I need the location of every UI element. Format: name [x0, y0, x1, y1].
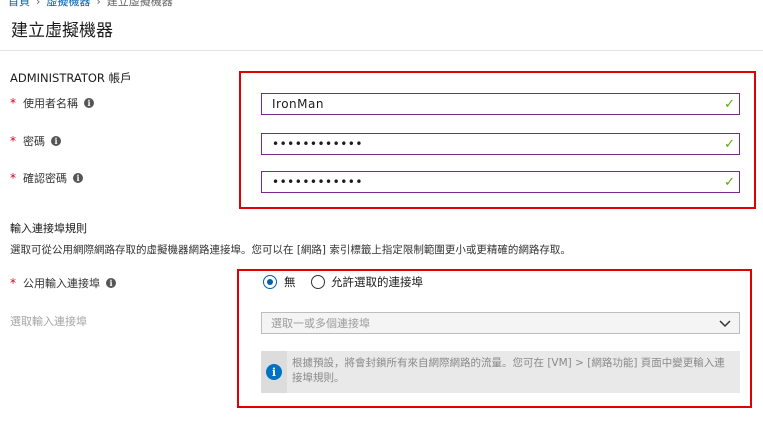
title-divider — [0, 50, 763, 51]
info-icon[interactable]: i — [84, 98, 94, 108]
radio-none[interactable]: 無 — [263, 274, 296, 290]
username-label: * 使用者名稱 i — [10, 95, 94, 111]
breadcrumb-vms[interactable]: 虛擬機器 — [46, 0, 90, 8]
select-ports-label: 選取輸入連接埠 — [10, 315, 87, 328]
breadcrumb-current: 建立虛擬機器 — [106, 0, 173, 8]
confirm-password-label: * 確認密碼 i — [10, 170, 83, 186]
info-icon[interactable]: i — [51, 136, 61, 146]
inbound-description: 選取可從公用網際網路存取的虛擬機器網路連接埠。您可以在 [網路] 索引標籤上指定… — [10, 244, 571, 256]
password-input[interactable]: •••••••••••• ✓ — [261, 133, 740, 155]
confirm-password-value: •••••••••••• — [272, 175, 363, 189]
administrator-section-title: ADMINISTRATOR 帳戶 — [10, 71, 132, 85]
inbound-section-title: 輸入連接埠規則 — [10, 222, 87, 235]
checkmark-icon: ✓ — [724, 96, 735, 112]
breadcrumb-home[interactable]: 首頁 — [8, 0, 30, 8]
public-ports-label-text: 公用輸入連接埠 — [23, 277, 100, 290]
info-icon[interactable]: i — [106, 278, 116, 288]
select-ports-placeholder: 選取一或多個連接埠 — [271, 317, 370, 330]
required-asterisk: * — [10, 134, 16, 148]
public-ports-label: * 公用輸入連接埠 i — [10, 275, 116, 291]
confirm-password-input[interactable]: •••••••••••• ✓ — [261, 171, 740, 193]
username-value: IronMan — [272, 97, 324, 111]
required-asterisk: * — [10, 96, 16, 110]
required-asterisk: * — [10, 171, 16, 185]
breadcrumb-separator: › — [36, 0, 41, 8]
select-ports-dropdown[interactable]: 選取一或多個連接埠 — [261, 312, 740, 334]
chevron-down-icon — [719, 320, 731, 328]
username-label-text: 使用者名稱 — [23, 97, 78, 110]
info-box-text: 根據預設，將會封鎖所有來自網際網路的流量。您可在 [VM] > [網路功能] 頁… — [292, 357, 725, 384]
confirm-password-label-text: 確認密碼 — [23, 172, 67, 185]
password-value: •••••••••••• — [272, 137, 363, 151]
checkmark-icon: ✓ — [724, 136, 735, 152]
breadcrumb-separator: › — [96, 0, 101, 8]
info-box: i 根據預設，將會封鎖所有來自網際網路的流量。您可在 [VM] > [網路功能]… — [261, 351, 740, 393]
username-input[interactable]: IronMan ✓ — [261, 93, 740, 115]
password-label-text: 密碼 — [23, 135, 45, 148]
checkmark-icon: ✓ — [724, 174, 735, 190]
radio-button-selected[interactable] — [263, 275, 277, 289]
info-icon[interactable]: i — [73, 173, 83, 183]
radio-allow-label: 允許選取的連接埠 — [331, 275, 423, 289]
radio-allow-selected[interactable]: 允許選取的連接埠 — [311, 274, 423, 290]
radio-none-label: 無 — [284, 275, 296, 289]
info-box-icon-column: i — [261, 351, 287, 393]
page-title: 建立虛擬機器 — [11, 21, 113, 41]
breadcrumb: 首頁 › 虛擬機器 › 建立虛擬機器 — [8, 0, 173, 9]
password-label: * 密碼 i — [10, 133, 61, 149]
required-asterisk: * — [10, 276, 16, 290]
info-icon: i — [266, 364, 282, 380]
radio-button[interactable] — [311, 275, 325, 289]
